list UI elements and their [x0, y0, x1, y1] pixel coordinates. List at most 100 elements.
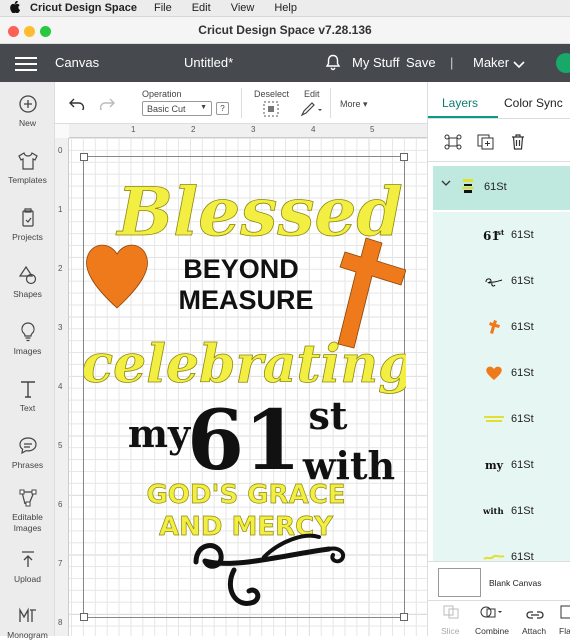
layer-row[interactable]: 61St: [433, 534, 570, 562]
slice-icon[interactable]: [443, 605, 459, 624]
flatten-icon[interactable]: [560, 605, 570, 624]
layer-row[interactable]: 61St: [433, 258, 570, 304]
ruler-tick: 4: [58, 382, 63, 391]
chevron-down-icon[interactable]: [441, 180, 451, 191]
menu-file[interactable]: File: [154, 2, 172, 14]
projects-icon: [17, 208, 39, 228]
beyond-text: BEYOND: [183, 254, 299, 284]
ruler-tick: 3: [58, 323, 63, 332]
sidebar-item-monogram[interactable]: Monogram: [0, 606, 55, 640]
ruler-tick: 2: [58, 264, 63, 273]
upload-icon: [17, 550, 39, 570]
app-header: Canvas Untitled* My Stuff Save | Maker: [0, 44, 570, 82]
menu-view[interactable]: View: [231, 2, 255, 14]
group-icon[interactable]: [444, 134, 462, 155]
pen-icon[interactable]: [300, 101, 324, 119]
measure-text: MEASURE: [178, 285, 313, 315]
hamburger-menu-icon[interactable]: [15, 57, 37, 71]
my-text: my: [128, 411, 191, 456]
ruler-tick: 3: [251, 125, 256, 134]
sidebar-item-new[interactable]: New: [0, 94, 55, 128]
layer-row[interactable]: with 61St: [433, 488, 570, 534]
layer-name: 61St: [511, 505, 534, 517]
deselect-icon[interactable]: [263, 101, 279, 119]
cross-shape: [337, 237, 406, 349]
layer-row[interactable]: 61st 61St: [433, 212, 570, 258]
canvas-area[interactable]: 1 2 3 4 5 0 1 2 3 4 5 6 7 8 Blessed BEYO…: [55, 124, 427, 636]
chevron-down-icon[interactable]: [513, 57, 525, 72]
sidebar-item-label: Text: [19, 403, 36, 413]
slice-label: Slice: [441, 626, 460, 636]
attach-icon[interactable]: [526, 607, 544, 625]
layer-thumbnail-yellow-text: [483, 412, 505, 426]
document-title[interactable]: Untitled*: [184, 55, 233, 70]
combine-icon[interactable]: [480, 605, 504, 624]
ruler-tick: 7: [58, 559, 63, 568]
bell-icon[interactable]: [325, 54, 341, 74]
help-button[interactable]: ?: [216, 102, 229, 115]
top-ruler: 1 2 3 4 5: [69, 124, 427, 138]
window-titlebar: Cricut Design Space v7.28.136: [0, 17, 570, 44]
undo-icon[interactable]: [69, 98, 85, 113]
bulb-icon: [17, 322, 39, 342]
shapes-icon: [17, 265, 39, 285]
more-label: More: [340, 99, 361, 109]
make-it-button[interactable]: [556, 53, 570, 73]
sidebar-item-label: Templates: [8, 175, 47, 185]
operation-label: Operation: [142, 89, 182, 99]
menu-help[interactable]: Help: [274, 2, 297, 14]
apple-menu-icon[interactable]: [0, 0, 30, 16]
toolbar-divider: [241, 88, 242, 118]
layer-row[interactable]: 61St: [433, 304, 570, 350]
my-stuff-link[interactable]: My Stuff: [352, 55, 399, 70]
sidebar-item-images[interactable]: Images: [0, 322, 55, 356]
tab-layers[interactable]: Layers: [442, 96, 478, 110]
sidebar-item-templates[interactable]: Templates: [0, 151, 55, 185]
sidebar-item-label: Monogram: [7, 630, 48, 640]
menu-edit[interactable]: Edit: [192, 2, 211, 14]
sidebar-item-phrases[interactable]: Phrases: [0, 436, 55, 470]
design-selection[interactable]: Blessed BEYOND MEASURE celebrating my 61…: [80, 153, 408, 621]
layer-row[interactable]: my 61St: [433, 442, 570, 488]
left-sidebar: New Templates Projects Shapes Images Tex…: [0, 82, 55, 640]
sidebar-item-upload[interactable]: Upload: [0, 550, 55, 584]
layer-group-row[interactable]: 61St: [433, 166, 570, 210]
machine-select[interactable]: Maker: [473, 55, 509, 70]
operation-select[interactable]: Basic Cut ▼: [142, 101, 212, 116]
layer-thumbnail-with: with: [483, 504, 505, 518]
svg-text:with: with: [483, 507, 504, 517]
layer-name: 61St: [511, 413, 534, 425]
mac-menubar: Cricut Design Space File Edit View Help: [0, 0, 570, 17]
blank-canvas-swatch[interactable]: [438, 568, 481, 597]
celebrating-text: celebrating: [84, 334, 406, 395]
edit-label: Edit: [304, 89, 320, 99]
ruler-tick: 5: [370, 125, 375, 134]
redo-icon[interactable]: [99, 98, 115, 113]
tab-color-sync[interactable]: Color Sync: [504, 96, 563, 110]
sidebar-item-text[interactable]: Text: [0, 379, 55, 413]
duplicate-icon[interactable]: [477, 134, 495, 155]
sidebar-item-label: Upload: [14, 574, 41, 584]
swirl-flourish: [193, 533, 346, 606]
editable-images-icon: [17, 488, 39, 508]
layer-row[interactable]: 61St: [433, 350, 570, 396]
ruler-tick: 1: [58, 205, 63, 214]
caret-down-icon: ▼: [200, 104, 207, 111]
trash-icon[interactable]: [510, 134, 526, 155]
sidebar-item-label: Editable Images: [12, 512, 43, 533]
sidebar-item-editable-images[interactable]: Editable Images: [0, 488, 55, 534]
operation-select-value: Basic Cut: [147, 104, 186, 114]
text-icon: [17, 379, 39, 399]
sidebar-item-label: Shapes: [13, 289, 42, 299]
app-menu[interactable]: Cricut Design Space: [30, 2, 137, 14]
sidebar-item-shapes[interactable]: Shapes: [0, 265, 55, 299]
sidebar-item-projects[interactable]: Projects: [0, 208, 55, 242]
heart-shape: [86, 244, 148, 309]
panel-divider: [428, 161, 570, 162]
more-menu[interactable]: More ▾: [340, 99, 368, 110]
layer-thumbnail-my: my: [483, 458, 505, 472]
save-button[interactable]: Save: [406, 55, 436, 70]
layer-thumbnail-61st: 61st: [483, 228, 505, 242]
layer-row[interactable]: 61St: [433, 396, 570, 442]
header-separator: |: [450, 55, 454, 70]
